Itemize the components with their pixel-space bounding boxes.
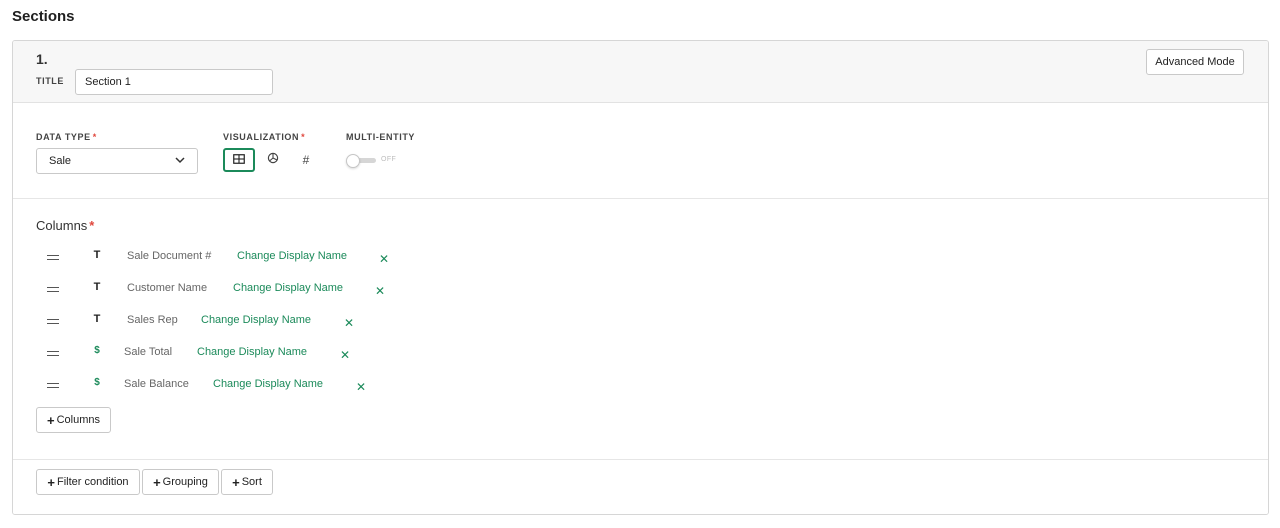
data-type-value: Sale xyxy=(49,155,72,167)
columns-heading: Columns * xyxy=(36,218,94,233)
text-type-icon: T xyxy=(93,249,101,261)
column-name: Customer Name xyxy=(127,282,208,294)
section-header: 1. TITLE Advanced Mode xyxy=(13,41,1268,103)
title-label: TITLE xyxy=(36,76,64,86)
section-title-input[interactable] xyxy=(75,69,273,95)
sort-label: Sort xyxy=(241,476,262,488)
section-card: 1. TITLE Advanced Mode DATA TYPE* Sale V… xyxy=(12,40,1269,515)
remove-column-icon[interactable]: ✕ xyxy=(356,381,366,393)
data-type-label: DATA TYPE * xyxy=(36,132,97,142)
column-row: T Sale Document # Change Display Name ✕ xyxy=(13,246,413,268)
drag-handle-icon[interactable] xyxy=(47,383,59,388)
column-name: Sales Rep xyxy=(127,314,178,326)
change-display-name-link[interactable]: Change Display Name xyxy=(197,346,307,358)
column-row: T Customer Name Change Display Name ✕ xyxy=(13,278,413,300)
remove-column-icon[interactable]: ✕ xyxy=(344,317,354,329)
section-number: 1. xyxy=(36,51,48,67)
drag-handle-icon[interactable] xyxy=(47,287,59,292)
pie-chart-icon xyxy=(267,151,279,169)
visualization-label: VISUALIZATION * xyxy=(223,132,305,142)
text-type-icon: T xyxy=(93,313,101,325)
add-columns-label: Columns xyxy=(56,414,100,426)
data-type-label-text: DATA TYPE xyxy=(36,132,91,142)
page-title: Sections xyxy=(12,8,75,25)
drag-handle-icon[interactable] xyxy=(47,319,59,324)
required-marker: * xyxy=(301,132,306,142)
visualization-label-text: VISUALIZATION xyxy=(223,132,300,142)
config-row: DATA TYPE * Sale VISUALIZATION * # MULTI-E… xyxy=(13,103,1268,199)
drag-handle-icon[interactable] xyxy=(47,255,59,260)
currency-type-icon: $ xyxy=(94,377,100,388)
toggle-knob xyxy=(346,154,360,168)
viz-table-button[interactable] xyxy=(223,148,255,172)
add-sort-button[interactable]: + Sort xyxy=(221,469,273,495)
change-display-name-link[interactable]: Change Display Name xyxy=(233,282,343,294)
multi-entity-toggle[interactable]: OFF xyxy=(346,154,398,168)
columns-area: Columns * T Sale Document # Change Displa… xyxy=(13,200,1268,460)
add-filter-condition-button[interactable]: + Filter condition xyxy=(36,469,140,495)
advanced-mode-button[interactable]: Advanced Mode xyxy=(1146,49,1244,75)
change-display-name-link[interactable]: Change Display Name xyxy=(213,378,323,390)
column-row: T Sales Rep Change Display Name ✕ xyxy=(13,310,413,332)
required-marker: * xyxy=(89,218,95,233)
table-icon xyxy=(233,151,245,169)
column-name: Sale Balance xyxy=(124,378,189,390)
change-display-name-link[interactable]: Change Display Name xyxy=(201,314,311,326)
data-type-select[interactable]: Sale xyxy=(36,148,198,174)
column-name: Sale Document # xyxy=(127,250,212,262)
viz-number-button[interactable]: # xyxy=(290,148,322,172)
remove-column-icon[interactable]: ✕ xyxy=(379,253,389,265)
text-type-icon: T xyxy=(93,281,101,293)
toggle-state-text: OFF xyxy=(381,156,397,163)
number-icon: # xyxy=(302,153,310,167)
plus-icon: + xyxy=(47,474,56,490)
column-row: $ Sale Balance Change Display Name ✕ xyxy=(13,374,413,396)
drag-handle-icon[interactable] xyxy=(47,351,59,356)
grouping-label: Grouping xyxy=(162,476,208,488)
plus-icon: + xyxy=(47,412,55,428)
chevron-down-icon xyxy=(175,155,185,167)
column-row: $ Sale Total Change Display Name ✕ xyxy=(13,342,413,364)
add-grouping-button[interactable]: + Grouping xyxy=(142,469,219,495)
columns-heading-text: Columns xyxy=(36,218,88,233)
plus-icon: + xyxy=(153,474,161,490)
required-marker: * xyxy=(92,132,97,142)
multi-entity-label: MULTI-ENTITY xyxy=(346,132,416,142)
currency-type-icon: $ xyxy=(94,345,100,356)
add-columns-button[interactable]: + Columns xyxy=(36,407,111,433)
filter-condition-label: Filter condition xyxy=(57,476,129,488)
change-display-name-link[interactable]: Change Display Name xyxy=(237,250,347,262)
viz-pie-chart-button[interactable] xyxy=(257,148,289,172)
column-name: Sale Total xyxy=(124,346,173,358)
remove-column-icon[interactable]: ✕ xyxy=(375,285,385,297)
section-footer: + Filter condition + Grouping + Sort xyxy=(13,461,1268,514)
plus-icon: + xyxy=(232,474,240,490)
remove-column-icon[interactable]: ✕ xyxy=(340,349,350,361)
